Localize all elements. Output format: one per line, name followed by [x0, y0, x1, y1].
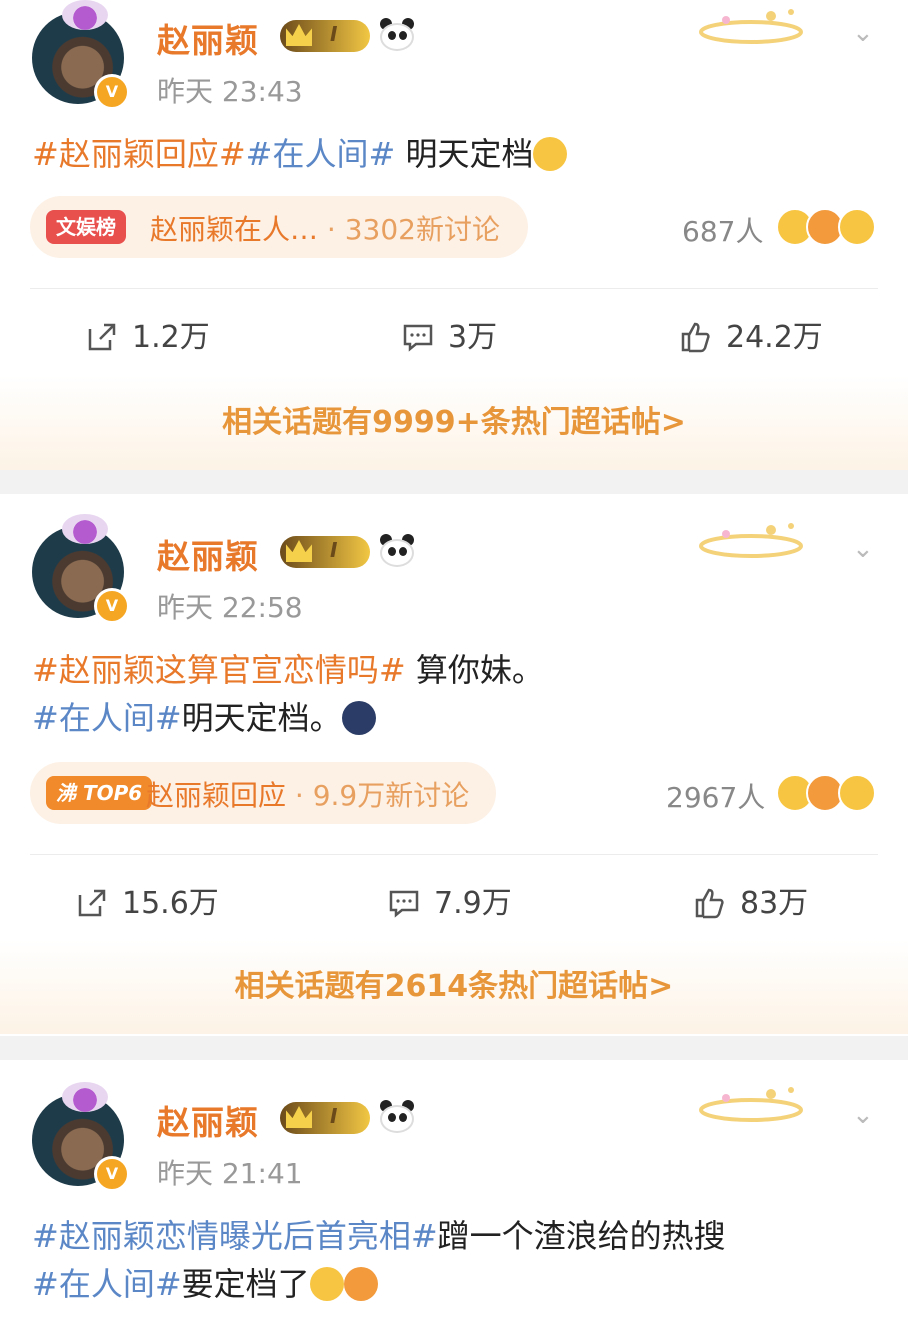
member-crown-icon[interactable]: I: [280, 20, 370, 52]
comment-button[interactable]: 7.9万: [388, 878, 512, 922]
verified-badge-icon: V: [94, 588, 130, 624]
hot-topics-link[interactable]: 相关话题有9999+条热门超话帖>: [0, 376, 908, 470]
like-count: 24.2万: [726, 320, 823, 355]
post-card: V 赵丽颖 I 昨天 22:58 ⌄ #赵丽颖这算官宣恋情吗# 算你妹。 #在人…: [0, 494, 908, 1036]
author-name[interactable]: 赵丽颖: [157, 14, 259, 62]
panda-icon: [378, 534, 416, 568]
verified-badge-icon: V: [94, 74, 130, 110]
share-icon: [88, 323, 116, 351]
avatar[interactable]: V: [32, 1082, 130, 1192]
member-level: I: [330, 22, 338, 46]
post-text: #赵丽颖回应##在人间# 明天定档: [32, 130, 568, 178]
comment-icon: [389, 890, 419, 918]
sparkle-decoration-icon: [699, 1087, 803, 1122]
hashtag-link[interactable]: #在人间#: [246, 135, 396, 173]
crying-laugh-emoji-icon: [309, 1267, 344, 1301]
grin-emoji-icon: [838, 208, 876, 246]
emoji-icon: [533, 137, 568, 171]
comment-count: 7.9万: [434, 886, 512, 921]
trending-topic-pill[interactable]: 沸 TOP6 赵丽颖回应 · 9.9万新讨论: [30, 762, 496, 824]
author-name[interactable]: 赵丽颖: [157, 1096, 259, 1144]
share-icon: [78, 889, 106, 917]
rank-badge: 文娱榜: [46, 210, 126, 244]
repost-button[interactable]: 15.6万: [76, 878, 219, 922]
chevron-down-icon[interactable]: ⌄: [852, 536, 878, 562]
divider: [30, 288, 878, 289]
hashtag-link[interactable]: #赵丽颖回应#: [32, 135, 246, 173]
reaction-count: 2967人: [666, 781, 766, 814]
topic-name: 赵丽颖在人…: [150, 213, 319, 246]
repost-count: 15.6万: [122, 886, 219, 921]
topic-name: 赵丽颖回应: [146, 779, 287, 812]
post-body: 蹭一个渣浪给的热搜: [437, 1217, 726, 1255]
panda-icon: [378, 1100, 416, 1134]
post-card: V 赵丽颖 I 昨天 23:43 ⌄ #赵丽颖回应##在人间# 明天定档 文娱榜…: [0, 0, 908, 470]
panda-icon: [378, 18, 416, 52]
post-time: 昨天 22:58: [157, 591, 303, 624]
thumbs-up-icon: [681, 322, 710, 353]
repost-button[interactable]: 1.2万: [86, 312, 210, 356]
discussion-count: · 9.9万新讨论: [286, 779, 470, 812]
sparkle-decoration-icon: [699, 523, 803, 558]
post-text: #赵丽颖恋情曝光后首亮相#蹭一个渣浪给的热搜: [32, 1212, 726, 1260]
divider: [30, 854, 878, 855]
like-button[interactable]: 24.2万: [680, 312, 823, 356]
rank-badge: 沸 TOP6: [46, 776, 153, 810]
reaction-count: 687人: [682, 215, 764, 248]
chevron-down-icon[interactable]: ⌄: [852, 20, 878, 46]
trending-topic-pill[interactable]: 文娱榜 赵丽颖在人… · 3302新讨论: [30, 196, 528, 258]
repost-count: 1.2万: [132, 320, 210, 355]
post-text: #赵丽颖这算官宣恋情吗# 算你妹。: [32, 646, 544, 694]
verified-badge-icon: V: [94, 1156, 130, 1192]
hot-topics-link[interactable]: 相关话题有2614条热门超话帖>: [0, 940, 908, 1034]
hashtag-link[interactable]: #赵丽颖这算官宣恋情吗#: [32, 651, 406, 689]
post-body: 明天定档: [395, 135, 534, 173]
avatar[interactable]: V: [32, 514, 130, 624]
moon-emoji-icon: [341, 701, 376, 735]
post-body: 算你妹。: [405, 651, 544, 689]
post-text: #在人间#明天定档。: [32, 694, 376, 742]
discussion-count: · 3302新讨论: [318, 213, 500, 246]
member-crown-icon[interactable]: I: [280, 536, 370, 568]
author-name[interactable]: 赵丽颖: [157, 530, 259, 578]
hashtag-link[interactable]: #赵丽颖恋情曝光后首亮相#: [32, 1217, 438, 1255]
comment-icon: [403, 324, 433, 352]
like-count: 83万: [740, 886, 809, 921]
chevron-down-icon[interactable]: ⌄: [852, 1102, 878, 1128]
comment-button[interactable]: 3万: [402, 312, 497, 356]
post-body: 明天定档。: [181, 699, 342, 737]
post-body: 要定档了: [181, 1265, 310, 1303]
comment-count: 3万: [448, 320, 498, 355]
sparkle-decoration-icon: [699, 9, 803, 44]
member-crown-icon[interactable]: I: [280, 1102, 370, 1134]
scream-emoji-icon: [343, 1267, 378, 1301]
hashtag-link[interactable]: #在人间#: [32, 1265, 182, 1303]
thumbs-up-icon: [695, 888, 724, 919]
member-level: I: [330, 1104, 338, 1128]
hashtag-link[interactable]: #在人间#: [32, 699, 182, 737]
like-button[interactable]: 83万: [694, 878, 808, 922]
post-card: V 赵丽颖 I 昨天 21:41 ⌄ #赵丽颖恋情曝光后首亮相#蹭一个渣浪给的热…: [0, 1060, 908, 1324]
post-time: 昨天 21:41: [157, 1157, 303, 1190]
post-time: 昨天 23:43: [157, 75, 303, 108]
avatar[interactable]: V: [32, 0, 130, 110]
member-level: I: [330, 538, 338, 562]
grin-emoji-icon: [838, 774, 876, 812]
post-text: #在人间#要定档了: [32, 1260, 378, 1308]
